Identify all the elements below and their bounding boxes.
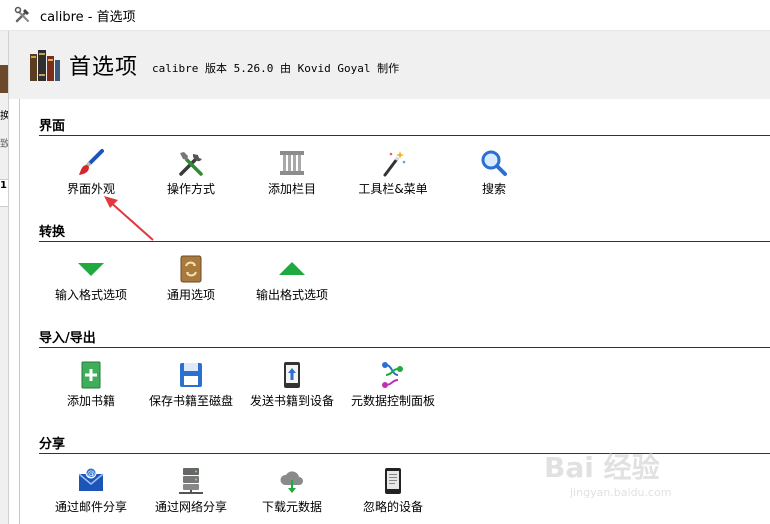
paintbrush-icon [79,149,104,175]
calibre-books-logo-icon [30,50,60,81]
section-title-conversion: 转换 [39,225,66,240]
item-label: 添加书籍 [66,394,115,408]
calibre-tools-icon [14,6,29,23]
pref-look-and-feel[interactable]: 界面外观 [41,148,141,200]
background-text: 1 [0,179,8,207]
watermark-main-text: Bai 经验 [544,451,660,484]
section-divider [39,347,770,348]
pref-sharing-by-email[interactable]: @ 通过邮件分享 [41,466,141,518]
metadata-plugboard-icon [382,362,403,388]
section-divider [39,241,770,242]
item-label: 界面外观 [66,182,115,196]
mail-icon: @ [78,467,104,491]
server-icon [179,468,203,494]
magic-wand-icon [383,151,406,177]
item-label: 保存书籍至磁盘 [148,394,233,408]
device-upload-icon [284,362,300,388]
svg-text:@: @ [87,469,95,478]
background-text: 换 [0,111,9,122]
pref-sending-to-device[interactable]: 发送书籍到设备 [242,360,342,412]
background-text: 致 [0,139,9,150]
section-title-sharing: 分享 [39,437,66,452]
preferences-content: 界面 界面外观 操作方式 添加栏目 工具栏&菜单 搜索 转换 输入格式选项 通用… [19,99,770,524]
window-titlebar[interactable]: calibre - 首选项 [0,0,770,31]
pref-toolbars-menus[interactable]: 工具栏&菜单 [343,148,443,200]
baidu-watermark: Bai 经验 jingyan.baidu.com [544,446,734,506]
pref-metadata-download[interactable]: 下载元数据 [242,466,342,518]
pref-sharing-over-net[interactable]: 通过网络分享 [141,466,241,518]
section-title-interface: 界面 [39,119,66,134]
add-book-icon [81,361,101,389]
background-icon [0,65,8,93]
section-divider [39,135,770,136]
watermark-sub-text: jingyan.baidu.com [570,486,672,499]
pref-common-options[interactable]: 通用选项 [141,254,241,306]
section-title-import-export: 导入/导出 [39,331,96,346]
arrow-down-icon [78,263,104,276]
item-label: 操作方式 [166,182,215,196]
pref-input-options[interactable]: 输入格式选项 [41,254,141,306]
arrow-up-icon [279,262,305,275]
item-label: 添加栏目 [267,182,316,196]
item-label: 输出格式选项 [255,288,328,302]
item-label: 工具栏&菜单 [358,182,428,196]
pref-saving-to-disk[interactable]: 保存书籍至磁盘 [141,360,241,412]
floppy-icon [180,363,202,387]
cloud-download-icon [280,471,303,493]
magnifier-icon [481,150,507,176]
background-window-sliver: 换 致 1 [0,31,9,524]
ereader-icon [385,468,401,494]
column-icon [280,151,304,175]
item-label: 输入格式选项 [54,288,127,302]
pref-adding-books[interactable]: 添加书籍 [41,360,141,412]
item-label: 通过网络分享 [154,500,227,514]
item-label: 通过邮件分享 [54,500,127,514]
pref-add-columns[interactable]: 添加栏目 [242,148,342,200]
tools-icon [179,152,203,176]
item-label: 通用选项 [166,288,215,302]
preferences-header: 首选项 calibre 版本 5.26.0 由 Kovid Goyal 制作 [9,31,770,99]
window-title: calibre - 首选项 [40,9,136,25]
pref-output-options[interactable]: 输出格式选项 [242,254,342,306]
version-text: calibre 版本 5.26.0 由 Kovid Goyal 制作 [152,62,400,75]
item-label: 发送书籍到设备 [249,394,334,408]
pref-searching[interactable]: 搜索 [444,148,544,200]
convert-book-icon [180,255,202,283]
item-label: 搜索 [481,182,506,196]
item-label: 忽略的设备 [362,500,423,514]
page-title: 首选项 [69,55,139,80]
pref-behavior[interactable]: 操作方式 [141,148,241,200]
item-label: 元数据控制面板 [350,394,435,408]
pref-ignored-devices[interactable]: 忽略的设备 [343,466,443,518]
item-label: 下载元数据 [261,500,322,514]
pref-metadata-plugboards[interactable]: 元数据控制面板 [343,360,443,412]
